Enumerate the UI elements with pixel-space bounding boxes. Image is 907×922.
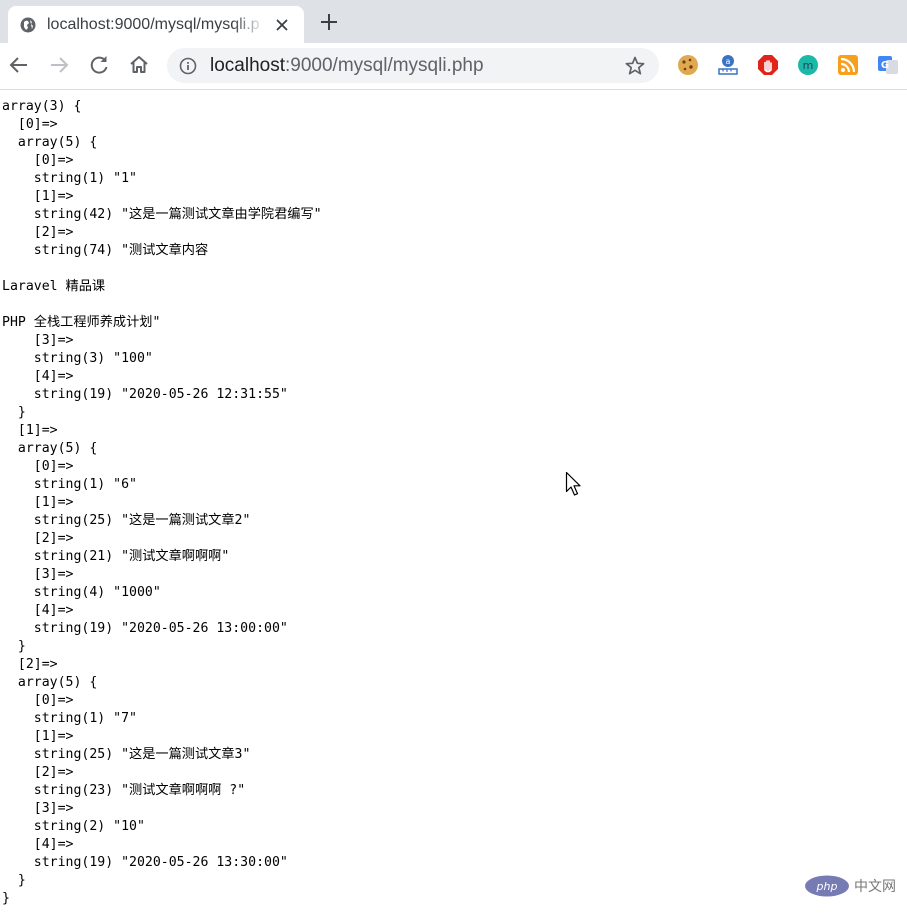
mouse-cursor-icon (565, 471, 581, 496)
toolbar: localhost:9000/mysql/mysqli.php a m G (0, 43, 907, 90)
forward-arrow-icon[interactable] (46, 52, 72, 78)
close-icon[interactable] (274, 17, 290, 33)
home-icon[interactable] (126, 52, 152, 78)
url-path: :9000/mysql/mysqli.php (285, 55, 484, 76)
cookie-icon[interactable] (676, 53, 700, 77)
tab-strip: localhost:9000/mysql/mysqli.php (0, 0, 907, 43)
url-text[interactable]: localhost:9000/mysql/mysqli.php (210, 54, 484, 78)
globe-icon (20, 17, 36, 33)
watermark-text: 中文网 (854, 878, 896, 894)
svg-text:G: G (881, 60, 889, 71)
back-arrow-icon[interactable] (6, 52, 32, 78)
address-bar[interactable]: localhost:9000/mysql/mysqli.php (167, 48, 659, 83)
info-icon[interactable] (179, 57, 197, 75)
reload-icon[interactable] (86, 52, 112, 78)
translate-icon[interactable]: G (876, 53, 900, 77)
svg-text:a: a (726, 57, 731, 66)
rss-icon[interactable] (836, 53, 860, 77)
svg-text:m: m (803, 59, 814, 72)
tab-title: localhost:9000/mysql/mysqli.php (47, 16, 259, 33)
new-tab-plus-icon[interactable] (317, 10, 341, 34)
php-logo-icon: php (805, 875, 849, 897)
ruler-icon[interactable]: a (716, 53, 740, 77)
url-host: localhost (210, 55, 285, 76)
tab-title-fade (233, 12, 265, 36)
adblock-icon[interactable] (756, 53, 780, 77)
svg-text:php: php (816, 880, 838, 893)
var-dump-output: array(3) { [0]=> array(5) { [0]=> string… (2, 99, 322, 906)
watermark: php 中文网 (804, 875, 904, 899)
page-content: array(3) { [0]=> array(5) { [0]=> string… (0, 90, 907, 922)
active-tab[interactable]: localhost:9000/mysql/mysqli.php (8, 6, 304, 43)
bookmark-star-icon[interactable] (624, 55, 646, 77)
mercury-icon[interactable]: m (796, 53, 820, 77)
